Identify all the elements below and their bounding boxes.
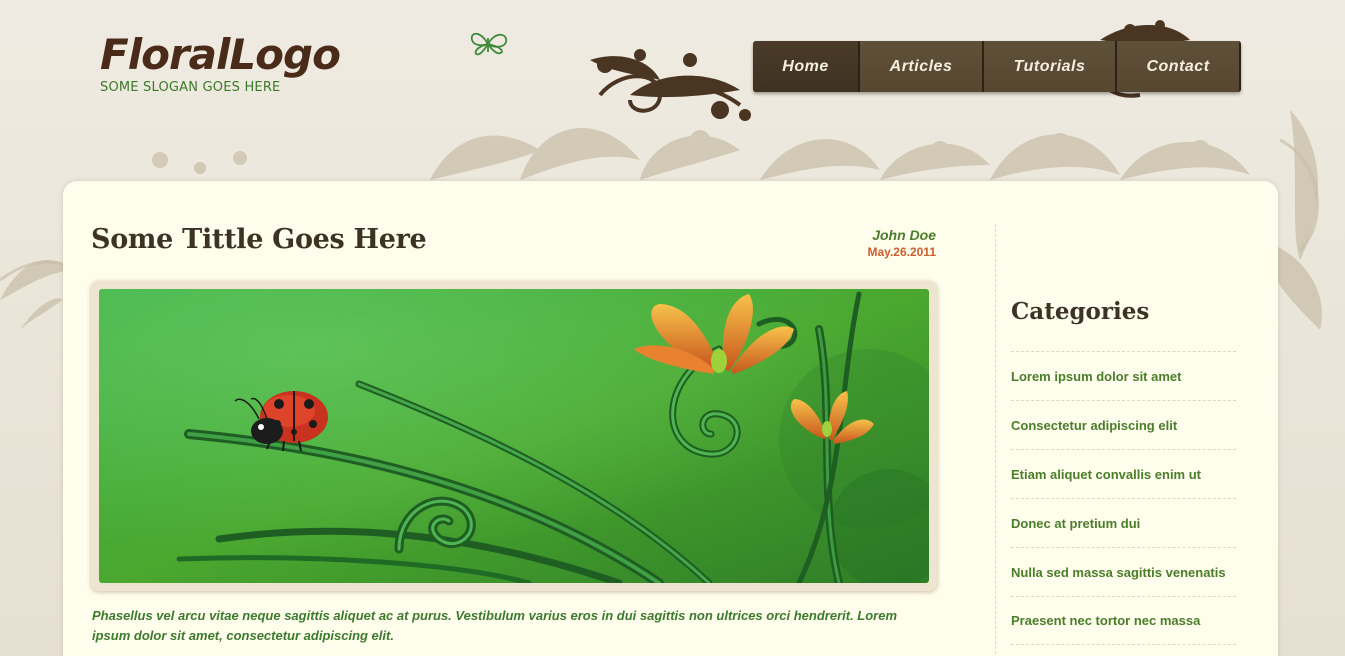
main-navigation: Home Articles Tutorials Contact — [753, 41, 1241, 92]
nav-home[interactable]: Home — [753, 41, 860, 92]
nav-contact[interactable]: Contact — [1117, 41, 1241, 92]
post-image-frame — [91, 281, 937, 591]
nav-articles[interactable]: Articles — [860, 41, 984, 92]
post-image[interactable] — [99, 289, 929, 583]
category-list: Lorem ipsum dolor sit amet Consectetur a… — [1011, 351, 1236, 645]
category-link[interactable]: Consectetur adipiscing elit — [1011, 400, 1236, 449]
category-link[interactable]: Lorem ipsum dolor sit amet — [1011, 351, 1236, 400]
site-logo[interactable]: FloralLogo SOME SLOGAN GOES HERE — [100, 30, 341, 96]
category-link[interactable]: Donec at pretium dui — [1011, 498, 1236, 547]
logo-text: FloralLogo — [100, 30, 341, 79]
category-link[interactable]: Etiam aliquet convallis enim ut — [1011, 449, 1236, 498]
category-link[interactable]: Praesent nec tortor nec massa — [1011, 596, 1236, 645]
post-title[interactable]: Some Tittle Goes Here — [91, 224, 427, 255]
ladybug-on-grass-illustration — [99, 289, 929, 583]
butterfly-icon — [470, 32, 508, 56]
category-link[interactable]: Nulla sed massa sagittis venenatis — [1011, 547, 1236, 596]
post-author[interactable]: John Doe — [867, 227, 936, 243]
nav-tutorials[interactable]: Tutorials — [984, 41, 1117, 92]
sidebar: Categories Lorem ipsum dolor sit amet Co… — [995, 224, 1250, 656]
post-date: May.26.2011 — [867, 245, 936, 259]
sidebar-title: Categories — [1011, 298, 1150, 325]
post-meta: John Doe May.26.2011 — [867, 227, 936, 259]
post-excerpt: Phasellus vel arcu vitae neque sagittis … — [92, 608, 898, 643]
site-slogan: SOME SLOGAN GOES HERE — [100, 80, 281, 95]
